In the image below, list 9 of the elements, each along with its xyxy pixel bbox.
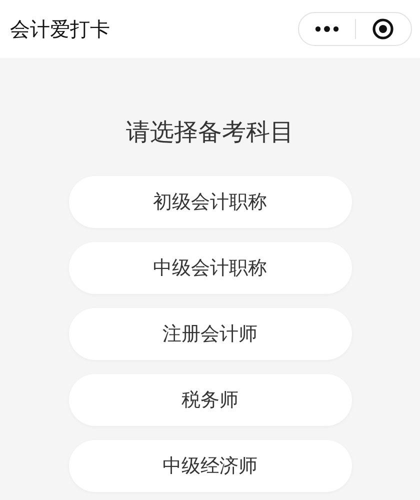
subject-button[interactable]: 中级会计职称 xyxy=(68,242,352,294)
subject-button[interactable]: 中级经济师 xyxy=(68,440,352,492)
more-icon xyxy=(314,26,339,32)
page-heading: 请选择备考科目 xyxy=(125,117,295,148)
target-icon xyxy=(372,18,394,40)
subject-button[interactable]: 注册会计师 xyxy=(68,308,352,360)
window-title: 会计爱打卡 xyxy=(10,16,110,43)
subject-button[interactable]: 税务师 xyxy=(68,374,352,426)
subject-button[interactable]: 初级会计职称 xyxy=(68,176,352,228)
